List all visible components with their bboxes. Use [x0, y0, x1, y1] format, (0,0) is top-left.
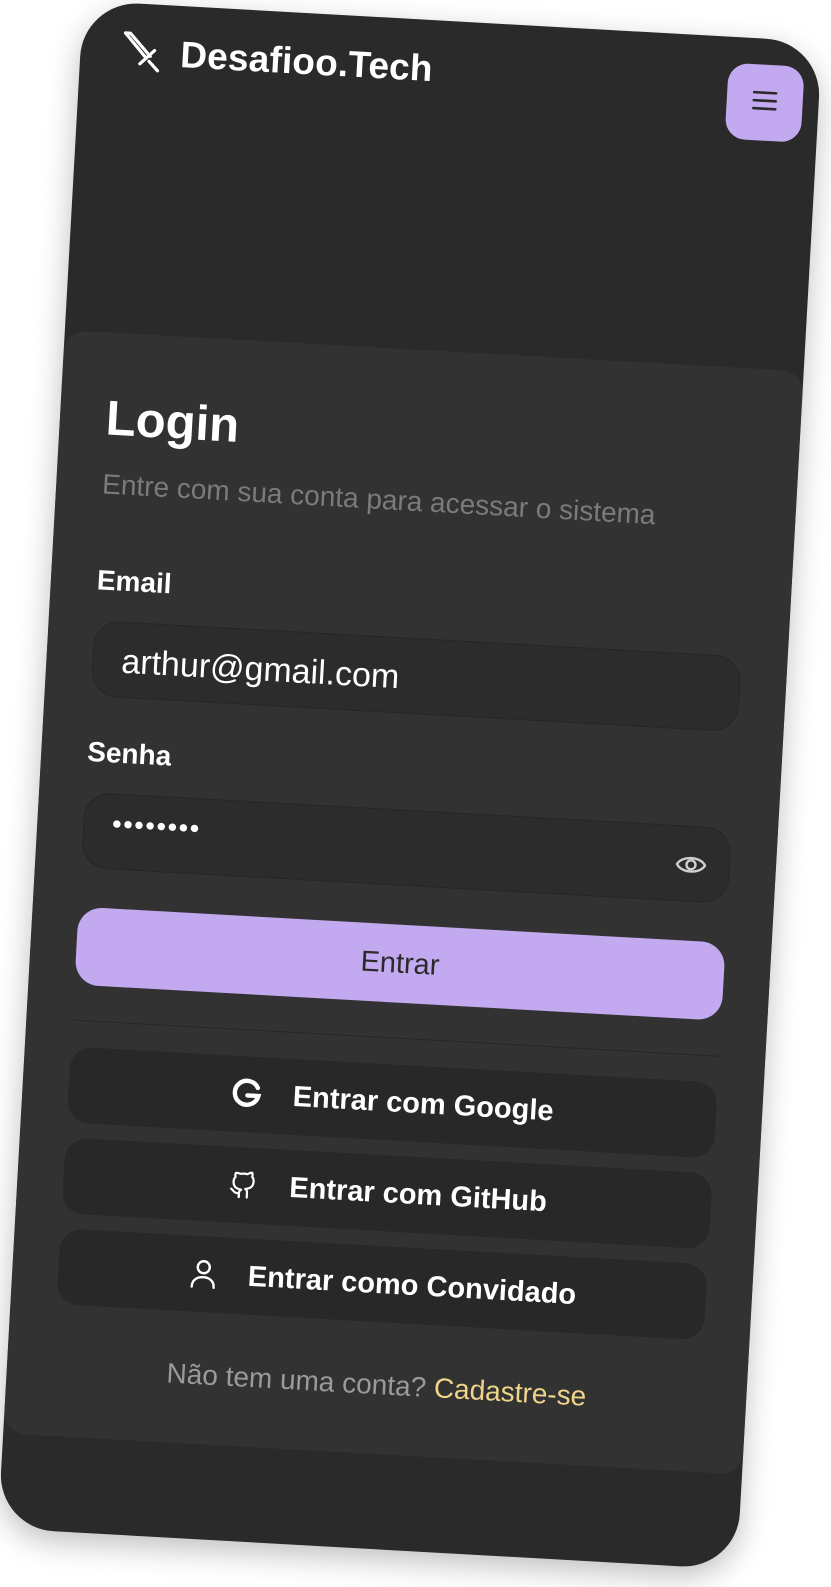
google-login-button[interactable]: Entrar com Google	[66, 1046, 718, 1159]
login-card: Login Entre com sua conta para acessar o…	[3, 330, 804, 1475]
github-login-button[interactable]: Entrar com GitHub	[61, 1137, 713, 1250]
password-field[interactable]: ••••••••	[80, 791, 733, 904]
brand-name: Desafioo.Tech	[179, 34, 434, 90]
github-icon	[227, 1168, 261, 1202]
google-login-label: Entrar com Google	[292, 1080, 555, 1127]
phone-screen: Desafioo.Tech Login Entre com sua conta …	[0, 0, 823, 1570]
sword-icon	[119, 29, 164, 77]
app-header: Desafioo.Tech	[77, 1, 823, 162]
eye-icon[interactable]	[674, 852, 708, 883]
google-icon	[230, 1078, 264, 1112]
brand-logo[interactable]: Desafioo.Tech	[119, 29, 434, 92]
github-login-label: Entrar com GitHub	[288, 1171, 548, 1218]
signup-prompt: Não tem uma conta? Cadastre-se	[6, 1348, 747, 1421]
signup-text: Não tem uma conta?	[165, 1357, 428, 1403]
page-subtitle: Entre com sua conta para acessar o siste…	[101, 468, 657, 531]
email-field[interactable]: arthur@gmail.com	[90, 620, 742, 733]
page-title: Login	[104, 391, 241, 453]
user-icon	[187, 1257, 219, 1291]
email-label: Email	[96, 564, 173, 600]
email-value: arthur@gmail.com	[120, 642, 401, 697]
screenshot-stage: Desafioo.Tech Login Entre com sua conta …	[0, 0, 831, 1587]
menu-button[interactable]	[724, 62, 805, 143]
hamburger-menu-icon	[751, 89, 778, 117]
password-value: ••••••••	[111, 808, 202, 844]
password-label: Senha	[86, 735, 173, 772]
guest-login-label: Entrar como Convidado	[247, 1260, 578, 1311]
login-submit-button[interactable]: Entrar	[74, 906, 726, 1021]
signup-link[interactable]: Cadastre-se	[433, 1372, 587, 1411]
guest-login-button[interactable]: Entrar como Convidado	[56, 1228, 708, 1341]
